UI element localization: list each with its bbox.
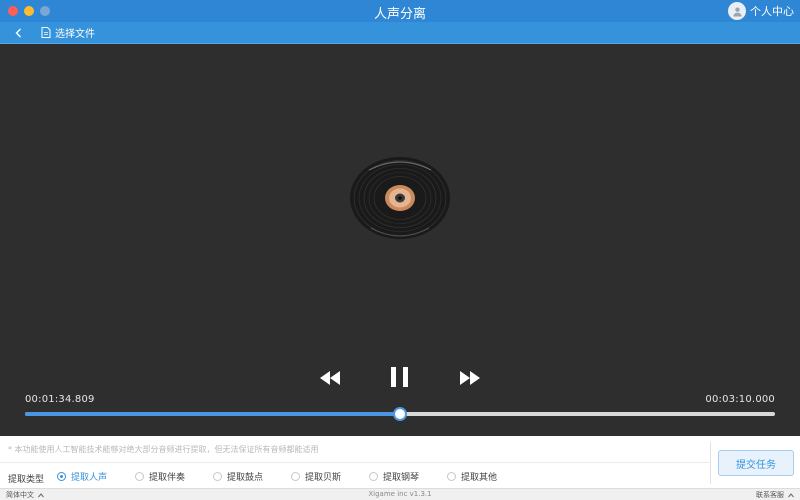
option-label: 提取伴奏 xyxy=(149,473,186,483)
playback-controls xyxy=(0,364,800,394)
option-label: 提取人声 xyxy=(71,473,108,483)
version-text: Xigame inc v1.3.1 xyxy=(368,490,432,498)
notice-text: * 本功能使用人工智能技术能够对绝大部分音频进行提取，但无法保证所有音频都能适用 xyxy=(8,445,319,454)
avatar xyxy=(728,2,746,20)
user-icon xyxy=(732,6,742,17)
toolbar: 选择文件 xyxy=(0,22,800,44)
progress-thumb[interactable] xyxy=(393,407,407,421)
support-label: 联系客服 xyxy=(756,491,784,499)
radio-icon xyxy=(369,472,378,481)
window-title: 人声分离 xyxy=(373,7,426,22)
radio-icon xyxy=(135,472,144,481)
fast-forward-icon[interactable] xyxy=(458,369,482,387)
contact-support-button[interactable]: 联系客服 xyxy=(756,490,794,500)
option-drums[interactable]: 提取鼓点 xyxy=(213,470,291,483)
total-time: 00:03:10.000 xyxy=(705,394,775,405)
option-bass[interactable]: 提取贝斯 xyxy=(291,470,369,483)
status-bar: 简体中文 Xigame inc v1.3.1 联系客服 xyxy=(0,488,800,500)
option-label: 提取贝斯 xyxy=(305,473,342,483)
option-label: 提取其他 xyxy=(461,473,498,483)
option-accompaniment[interactable]: 提取伴奏 xyxy=(135,470,213,483)
option-other[interactable]: 提取其他 xyxy=(447,470,525,483)
radio-icon xyxy=(291,472,300,481)
user-center-button[interactable]: 个人中心 xyxy=(728,2,794,20)
divider xyxy=(710,442,711,484)
chevron-up-icon xyxy=(788,492,794,497)
pause-icon[interactable] xyxy=(389,364,411,390)
option-label: 提取鼓点 xyxy=(227,473,264,483)
choose-file-button[interactable]: 选择文件 xyxy=(41,25,95,40)
submit-task-button[interactable]: 提交任务 xyxy=(718,450,794,476)
option-label: 提取钢琴 xyxy=(383,473,420,483)
file-icon xyxy=(41,27,51,38)
progress-track[interactable] xyxy=(25,407,775,421)
title-bar: 人声分离 个人中心 xyxy=(0,0,800,22)
option-piano[interactable]: 提取钢琴 xyxy=(369,470,447,483)
rewind-icon[interactable] xyxy=(318,369,342,387)
radio-icon xyxy=(213,472,222,481)
radio-icon xyxy=(57,472,66,481)
divider xyxy=(0,462,710,463)
option-vocals[interactable]: 提取人声 xyxy=(57,470,135,483)
player-area: 00:01:34.809 00:03:10.000 xyxy=(0,44,800,436)
extract-type-options: 提取人声 提取伴奏 提取鼓点 提取贝斯 提取钢琴 提取其他 xyxy=(57,470,525,483)
vinyl-record-icon xyxy=(350,157,450,239)
extract-type-label: 提取类型 xyxy=(8,475,45,485)
current-time: 00:01:34.809 xyxy=(25,394,95,405)
back-icon[interactable] xyxy=(12,26,26,40)
options-panel: * 本功能使用人工智能技术能够对绝大部分音频进行提取，但无法保证所有音频都能适用… xyxy=(0,436,800,488)
progress-fill xyxy=(25,412,400,416)
radio-icon xyxy=(447,472,456,481)
user-center-label: 个人中心 xyxy=(750,5,794,18)
choose-file-label: 选择文件 xyxy=(55,29,95,40)
